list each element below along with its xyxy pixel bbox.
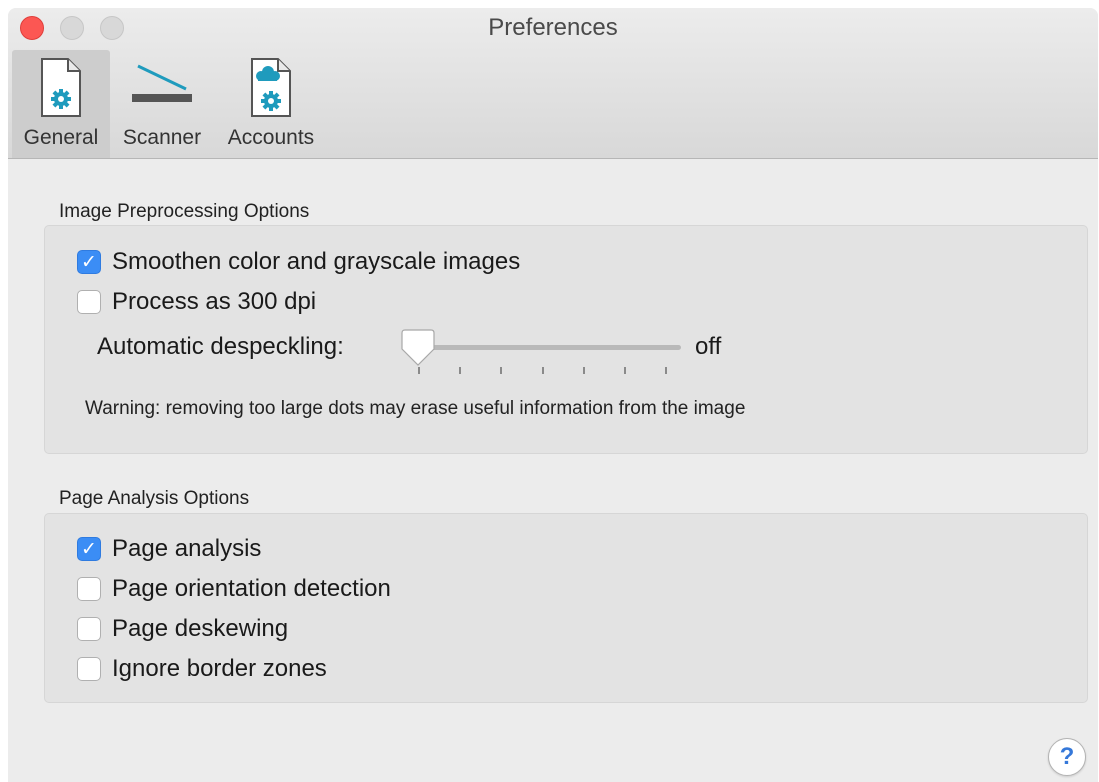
despeckling-label: Automatic despeckling: (97, 333, 344, 360)
despeckling-warning: Warning: removing too large dots may era… (85, 398, 746, 419)
page-orientation-label: Page orientation detection (112, 575, 391, 602)
preferences-window: Preferences General Scanner Accounts Ima… (8, 8, 1098, 782)
tab-accounts[interactable]: Accounts (216, 50, 326, 158)
ignore-border-label: Ignore border zones (112, 655, 327, 682)
page-analysis-title: Page Analysis Options (59, 488, 250, 509)
smoothen-images-label: Smoothen color and grayscale images (112, 248, 521, 275)
slider-tick (582, 367, 585, 374)
page-deskewing-label: Page deskewing (112, 615, 289, 642)
despeckling-slider-knob[interactable] (401, 329, 435, 372)
page-analysis-option[interactable]: ✓ Page analysis (77, 535, 261, 563)
tab-scanner-label: Scanner (122, 126, 202, 149)
slider-tick (665, 367, 667, 374)
page-orientation-checkbox[interactable]: ✓ (77, 577, 101, 601)
slider-tick (459, 367, 462, 374)
page-analysis-group: ✓ Page analysis ✓ Page orientation detec… (44, 513, 1088, 703)
toolbar: Preferences General Scanner Accounts (8, 8, 1098, 159)
smoothen-images-option[interactable]: ✓ Smoothen color and grayscale images (77, 248, 520, 276)
page-analysis-checkbox[interactable]: ✓ (77, 537, 101, 561)
ignore-border-checkbox[interactable]: ✓ (77, 657, 101, 681)
image-preprocessing-title: Image Preprocessing Options (59, 201, 310, 222)
window-title: Preferences (488, 14, 618, 41)
slider-tick (623, 367, 626, 374)
despeckling-value: off (695, 333, 722, 360)
page-deskewing-checkbox[interactable]: ✓ (77, 617, 101, 641)
page-analysis-label: Page analysis (112, 535, 262, 562)
tab-general-label: General (23, 126, 99, 149)
help-button[interactable]: ? (1048, 738, 1086, 776)
tab-general[interactable]: General (12, 50, 110, 158)
document-gear-icon (38, 56, 84, 125)
process-300dpi-label: Process as 300 dpi (112, 288, 317, 315)
checkmark-icon: ✓ (81, 537, 97, 560)
tab-scanner[interactable]: Scanner (111, 50, 213, 158)
tab-accounts-label: Accounts (227, 126, 315, 149)
slider-tick (500, 367, 503, 374)
scanner-icon (126, 56, 198, 121)
page-orientation-option[interactable]: ✓ Page orientation detection (77, 575, 391, 603)
process-300dpi-checkbox[interactable]: ✓ (77, 290, 101, 314)
process-300dpi-option[interactable]: ✓ Process as 300 dpi (77, 288, 316, 316)
slider-tick (541, 367, 544, 374)
cloud-document-gear-icon (248, 56, 294, 125)
page-deskewing-option[interactable]: ✓ Page deskewing (77, 615, 288, 643)
image-preprocessing-group: ✓ Smoothen color and grayscale images ✓ … (44, 225, 1088, 454)
smoothen-images-checkbox[interactable]: ✓ (77, 250, 101, 274)
ignore-border-option[interactable]: ✓ Ignore border zones (77, 655, 327, 683)
despeckling-slider-track[interactable] (415, 345, 681, 350)
checkmark-icon: ✓ (81, 250, 97, 273)
